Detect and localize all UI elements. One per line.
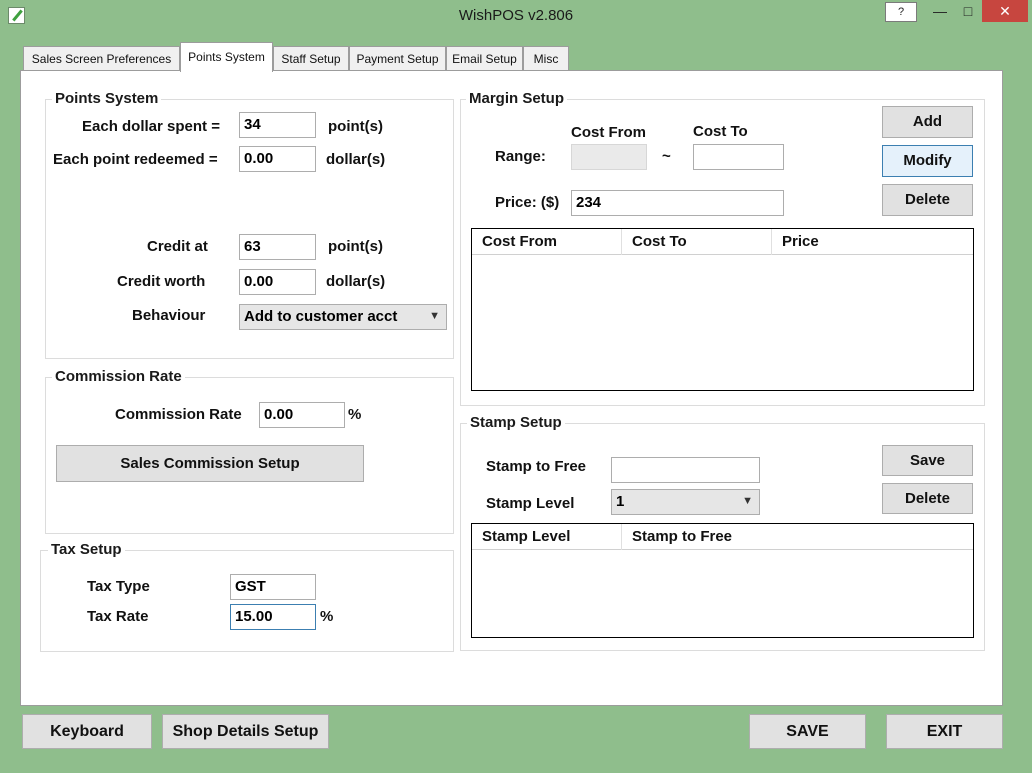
shop-details-setup-button[interactable]: Shop Details Setup [162,714,329,749]
tab-points-system[interactable]: Points System [180,42,273,72]
chevron-down-icon: ▼ [429,310,440,322]
stamp-save-button[interactable]: Save [882,445,973,476]
price-field[interactable]: 234 [571,190,784,216]
margin-col-cost-to[interactable]: Cost To [622,229,772,255]
settings-page: Points System Each dollar spent = 34 poi… [20,70,1003,706]
margin-delete-button[interactable]: Delete [882,184,973,216]
keyboard-button[interactable]: Keyboard [22,714,152,749]
cost-from-label: Cost From [571,124,646,141]
each-point-field[interactable]: 0.00 [239,146,316,172]
sales-commission-setup-button[interactable]: Sales Commission Setup [56,445,364,482]
tax-type-field[interactable]: GST [230,574,316,600]
title-bar: WishPOS v2.806 ? — □ ✕ [0,0,1032,32]
margin-col-cost-from[interactable]: Cost From [472,229,622,255]
cost-to-field[interactable] [693,144,784,170]
range-label: Range: [495,148,546,165]
credit-at-field[interactable]: 63 [239,234,316,260]
stamp-table[interactable]: Stamp Level Stamp to Free [471,523,974,638]
stamp-title: Stamp Setup [467,414,565,431]
tax-type-label: Tax Type [87,578,150,595]
tax-rate-field[interactable]: 15.00 [230,604,316,630]
tab-email-setup[interactable]: Email Setup [446,46,523,70]
points-system-title: Points System [52,90,162,107]
tab-payment-setup[interactable]: Payment Setup [349,46,446,70]
credit-at-label: Credit at [147,238,208,255]
maximize-icon[interactable]: □ [954,0,982,22]
tab-staff-setup[interactable]: Staff Setup [273,46,349,70]
chevron-down-icon: ▼ [742,495,753,507]
exit-button[interactable]: EXIT [886,714,1003,749]
cost-to-label: Cost To [693,123,748,140]
each-dollar-unit: point(s) [328,118,383,135]
each-point-unit: dollar(s) [326,151,386,168]
each-dollar-label: Each dollar spent = [82,118,220,135]
tab-sales-screen-preferences[interactable]: Sales Screen Preferences [23,46,180,70]
behaviour-value: Add to customer acct [244,308,398,325]
margin-table-header: Cost From Cost To Price [472,229,973,255]
commission-title: Commission Rate [52,368,185,385]
stamp-delete-button[interactable]: Delete [882,483,973,514]
close-icon[interactable]: ✕ [982,0,1028,22]
stamp-col-stamp-level[interactable]: Stamp Level [472,524,622,550]
commission-rate-field[interactable]: 0.00 [259,402,345,428]
tax-title: Tax Setup [48,541,125,558]
credit-worth-field[interactable]: 0.00 [239,269,316,295]
stamp-level-dropdown[interactable]: 1 ▼ [611,489,760,515]
each-dollar-field[interactable]: 34 [239,112,316,138]
cost-from-field[interactable] [571,144,647,170]
price-label: Price: ($) [495,194,560,211]
help-button[interactable]: ? [885,2,917,22]
behaviour-label: Behaviour [132,307,206,324]
commission-rate-label: Commission Rate [115,406,242,423]
minimize-icon[interactable]: — [926,0,954,22]
tax-rate-label: Tax Rate [87,608,149,625]
margin-table[interactable]: Cost From Cost To Price [471,228,974,391]
commission-rate-unit: % [348,406,362,423]
behaviour-dropdown[interactable]: Add to customer acct ▼ [239,304,447,330]
stamp-level-label: Stamp Level [486,495,575,512]
window-title: WishPOS v2.806 [458,7,574,24]
margin-col-price[interactable]: Price [772,229,972,255]
margin-title: Margin Setup [466,90,568,107]
stamp-to-free-label: Stamp to Free [486,458,587,475]
credit-worth-unit: dollar(s) [326,273,386,290]
credit-worth-label: Credit worth [117,273,206,290]
tax-rate-unit: % [320,608,334,625]
margin-modify-button[interactable]: Modify [882,145,973,177]
margin-add-button[interactable]: Add [882,106,973,138]
stamp-table-header: Stamp Level Stamp to Free [472,524,973,550]
tax-group [40,550,454,652]
stamp-to-free-field[interactable] [611,457,760,483]
each-point-label: Each point redeemed = [53,151,218,168]
credit-at-unit: point(s) [328,238,383,255]
stamp-level-value: 1 [616,493,625,510]
save-button[interactable]: SAVE [749,714,866,749]
tab-misc[interactable]: Misc [523,46,569,70]
range-separator: ~ [662,148,671,165]
stamp-col-stamp-to-free[interactable]: Stamp to Free [622,524,972,550]
